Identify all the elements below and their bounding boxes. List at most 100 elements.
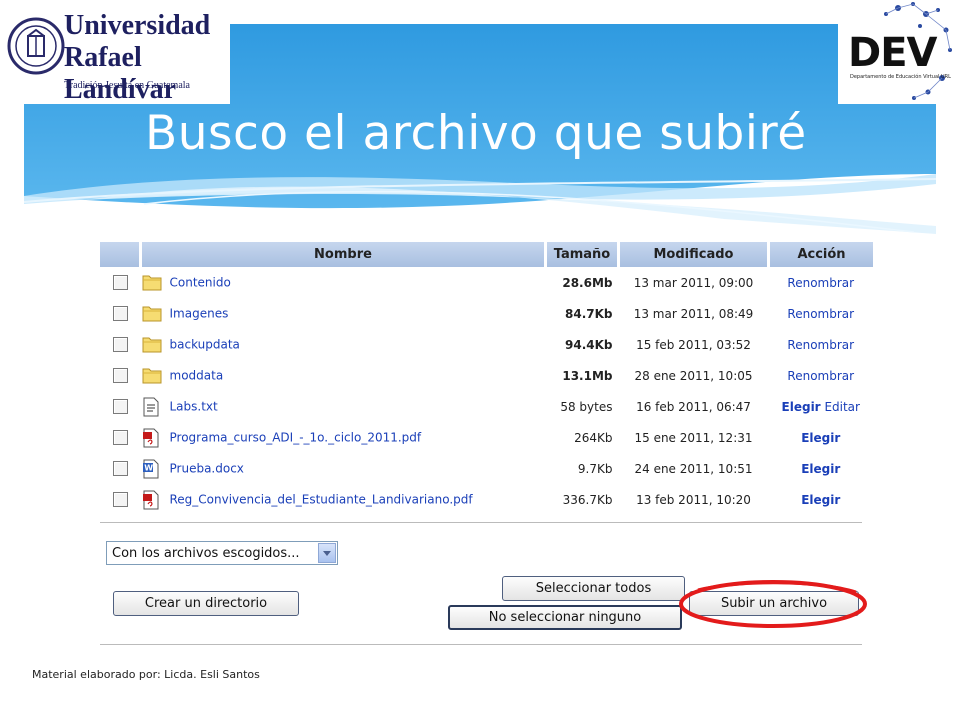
word-file-icon: W [142, 459, 162, 479]
chevron-down-icon[interactable] [318, 543, 336, 563]
file-rows: Contenido 28.6Mb 13 mar 2011, 09:00 Renombr… [100, 267, 873, 515]
file-size: 9.7Kb [577, 461, 613, 476]
file-modified: 15 feb 2011, 03:52 [636, 337, 751, 352]
action-link-elegir[interactable]: Elegir [801, 431, 840, 445]
file-name-link[interactable]: Labs.txt [170, 399, 218, 413]
file-modified: 13 mar 2011, 08:49 [633, 306, 754, 321]
select-none-button[interactable]: No seleccionar ninguno [448, 605, 682, 630]
dev-logo-text: DEV [848, 30, 937, 76]
row-checkbox[interactable] [113, 430, 128, 445]
file-actions-cell: Renombrar [769, 360, 874, 391]
table-row: Programa_curso_ADI_-_1o._ciclo_2011.pdf 2… [100, 422, 873, 453]
file-actions-cell: Renombrar [769, 298, 874, 329]
file-modified: 15 ene 2011, 12:31 [634, 430, 753, 445]
bulk-action-select-value: Con los archivos escogidos... [112, 546, 300, 561]
header-size[interactable]: Tamaño [544, 242, 619, 267]
folder-icon [142, 366, 162, 386]
highlight-circle [679, 580, 867, 628]
file-actions-cell: Elegir [769, 484, 874, 515]
file-name-cell: Labs.txt [141, 391, 546, 422]
table-header-row: Nombre Tamaño Modificado Acción [100, 242, 873, 267]
row-checkbox-cell [100, 453, 141, 484]
row-checkbox[interactable] [113, 306, 128, 321]
file-name-link[interactable]: Prueba.docx [170, 461, 244, 475]
action-link-renombrar[interactable]: Renombrar [787, 276, 854, 290]
header-modified[interactable]: Modificado [617, 242, 769, 267]
file-modified: 13 feb 2011, 10:20 [636, 492, 751, 507]
file-modified: 16 feb 2011, 06:47 [636, 399, 751, 414]
file-name-link[interactable]: Contenido [170, 275, 231, 289]
action-link-elegir[interactable]: Elegir [801, 493, 840, 507]
row-checkbox[interactable] [113, 492, 128, 507]
file-name-link[interactable]: Programa_curso_ADI_-_1o._ciclo_2011.pdf [170, 430, 422, 444]
row-checkbox[interactable] [113, 368, 128, 383]
file-name-link[interactable]: moddata [170, 368, 224, 382]
file-size: 264Kb [574, 430, 613, 445]
footer-credit: Material elaborado por: Licda. Esli Sant… [32, 668, 260, 681]
file-modified: 28 ene 2011, 10:05 [634, 368, 753, 383]
svg-text:W: W [144, 463, 153, 472]
file-actions-cell: Elegir [769, 453, 874, 484]
file-modified: 13 mar 2011, 09:00 [633, 275, 754, 290]
file-name-link[interactable]: backupdata [170, 337, 240, 351]
file-name-cell: backupdata [141, 329, 546, 360]
action-link-elegir[interactable]: Elegir [782, 400, 821, 414]
divider [100, 522, 862, 523]
file-table: Nombre Tamaño Modificado Acción Contenid… [100, 242, 873, 515]
dev-logo-subtitle: Departamento de Educación Virtual URL [850, 74, 951, 80]
action-link-renombrar[interactable]: Renombrar [787, 369, 854, 383]
file-actions-cell: Renombrar [769, 267, 874, 298]
row-checkbox-cell [100, 360, 141, 391]
action-link-renombrar[interactable]: Renombrar [787, 338, 854, 352]
table-row: Contenido 28.6Mb 13 mar 2011, 09:00 Renombr… [100, 267, 873, 298]
file-name-link[interactable]: Imagenes [170, 306, 229, 320]
university-name-line1: Universidad [64, 10, 211, 41]
header-action: Acción [767, 242, 873, 267]
action-link-elegir[interactable]: Elegir [801, 462, 840, 476]
file-name-cell: Contenido [141, 267, 546, 298]
pdf-file-icon [142, 490, 162, 510]
text-file-icon [142, 397, 162, 417]
table-row: moddata 13.1Mb 28 ene 2011, 10:05 Renombrar [100, 360, 873, 391]
divider-bottom [100, 644, 862, 645]
row-checkbox-cell [100, 391, 141, 422]
header-name[interactable]: Nombre [139, 242, 546, 267]
file-name-cell: Reg_Convivencia_del_Estudiante_Landivari… [141, 484, 546, 515]
select-all-button[interactable]: Seleccionar todos [502, 576, 685, 601]
folder-icon [142, 304, 162, 324]
row-checkbox[interactable] [113, 275, 128, 290]
table-row: Imagenes 84.7Kb 13 mar 2011, 08:49 Renombra… [100, 298, 873, 329]
action-link-editar[interactable]: Editar [824, 400, 860, 414]
university-logo: Universidad Rafael Landívar Tradición Je… [0, 0, 230, 105]
university-name-line2: Rafael Landívar [64, 42, 177, 105]
file-size: 94.4Kb [565, 337, 613, 352]
row-checkbox[interactable] [113, 461, 128, 476]
folder-icon [142, 273, 162, 293]
folder-icon [142, 335, 162, 355]
file-name-cell: moddata [141, 360, 546, 391]
file-size: 13.1Mb [562, 368, 613, 383]
row-checkbox[interactable] [113, 337, 128, 352]
file-modified: 24 ene 2011, 10:51 [634, 461, 753, 476]
row-checkbox[interactable] [113, 399, 128, 414]
university-tagline: Tradición Jesuita en Guatemala [64, 80, 190, 91]
pdf-file-icon [142, 428, 162, 448]
file-name-link[interactable]: Reg_Convivencia_del_Estudiante_Landivari… [170, 492, 473, 506]
table-row: Reg_Convivencia_del_Estudiante_Landivari… [100, 484, 873, 515]
table-row: backupdata 94.4Kb 15 feb 2011, 03:52 Renomb… [100, 329, 873, 360]
file-name-cell: W Prueba.docx [141, 453, 546, 484]
file-name-cell: Imagenes [141, 298, 546, 329]
row-checkbox-cell [100, 267, 141, 298]
header-checkbox-column [100, 242, 141, 267]
bulk-action-select[interactable]: Con los archivos escogidos... [106, 541, 338, 565]
file-actions-cell: Elegir Editar [769, 391, 874, 422]
file-size: 336.7Kb [562, 492, 613, 507]
table-row: Labs.txt 58 bytes 16 feb 2011, 06:47 Elegir… [100, 391, 873, 422]
dev-logo: DEV Departamento de Educación Virtual UR… [838, 0, 960, 104]
action-link-renombrar[interactable]: Renombrar [787, 307, 854, 321]
create-directory-button[interactable]: Crear un directorio [113, 591, 299, 616]
file-size: 58 bytes [560, 399, 613, 414]
file-name-cell: Programa_curso_ADI_-_1o._ciclo_2011.pdf [141, 422, 546, 453]
file-size: 28.6Mb [562, 275, 613, 290]
row-checkbox-cell [100, 298, 141, 329]
